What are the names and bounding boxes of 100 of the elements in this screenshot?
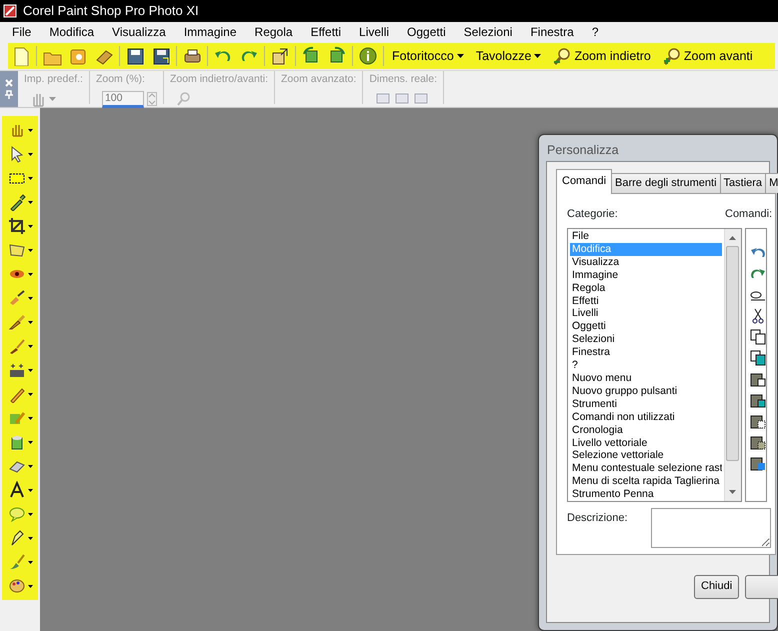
menu-item[interactable]: Regola: [246, 23, 302, 41]
menu-item[interactable]: Modifica: [40, 23, 104, 41]
info-icon[interactable]: [358, 46, 378, 66]
palette-handle[interactable]: [0, 71, 18, 107]
list-item[interactable]: File: [570, 230, 722, 243]
dropdown-button[interactable]: Fotoritocco: [386, 44, 470, 68]
app-icon: [3, 4, 17, 18]
dropdown-button[interactable]: Tavolozze: [470, 44, 548, 68]
caret-icon[interactable]: [28, 416, 33, 420]
clipboard-icon: [750, 371, 766, 387]
option-label: Zoom indietro/avanti:: [170, 72, 268, 87]
list-item[interactable]: Nuovo menu: [570, 372, 722, 385]
close-button[interactable]: Chiudi: [694, 574, 740, 598]
dropper-icon[interactable]: [8, 193, 26, 211]
caret-icon[interactable]: [28, 200, 33, 204]
command-list[interactable]: [745, 228, 767, 502]
list-item[interactable]: Livello vettoriale: [570, 436, 722, 450]
pin-icon[interactable]: [5, 90, 13, 99]
list-item[interactable]: Strumenti: [570, 398, 722, 411]
caret-icon[interactable]: [28, 224, 33, 228]
caret-icon[interactable]: [28, 344, 33, 348]
category-list[interactable]: [567, 228, 742, 502]
resize-icon[interactable]: [270, 46, 290, 66]
palette-icon[interactable]: [8, 577, 26, 595]
caret-icon[interactable]: [28, 560, 33, 564]
list-item[interactable]: Cronologia: [570, 424, 722, 436]
menu-item[interactable]: Selezioni: [454, 23, 522, 41]
tab[interactable]: Barre degli strumenti: [611, 173, 721, 192]
list-item[interactable]: Oggetti: [570, 320, 722, 334]
list-item[interactable]: ?: [570, 359, 722, 372]
gradient-icon[interactable]: [8, 361, 26, 379]
caret-icon: [534, 54, 542, 58]
list-item[interactable]: Selezione vettoriale: [570, 449, 722, 462]
list-item[interactable]: Comandi non utilizzati: [570, 410, 722, 424]
list-item[interactable]: Menu di scelta rapida Taglierina: [570, 475, 722, 488]
caret-icon[interactable]: [28, 128, 33, 132]
caret-icon[interactable]: [28, 152, 33, 156]
caret-icon[interactable]: [28, 296, 33, 300]
scroll-down-icon[interactable]: [729, 490, 736, 494]
scrollbar-thumb[interactable]: [726, 246, 739, 461]
tab[interactable]: Tastiera: [720, 173, 766, 192]
caret-icon[interactable]: [28, 440, 33, 444]
caret-icon: [456, 54, 464, 58]
menu-item[interactable]: Livelli: [350, 23, 398, 41]
text-icon[interactable]: [8, 481, 26, 499]
zoom-out-button[interactable]: Zoom indietro: [547, 44, 657, 68]
menu-item[interactable]: Visualizza: [103, 23, 175, 41]
list-item[interactable]: Regola: [570, 282, 722, 295]
list-item[interactable]: Effetti: [570, 294, 722, 308]
caret-icon[interactable]: [28, 488, 33, 492]
close-icon[interactable]: [5, 79, 13, 87]
caret-icon[interactable]: [28, 368, 33, 372]
caret-icon[interactable]: [28, 536, 33, 540]
caret-icon[interactable]: [28, 176, 33, 180]
option-label: Zoom (%):: [96, 72, 146, 87]
menu-item[interactable]: File: [3, 23, 40, 41]
caret-icon[interactable]: [28, 272, 33, 276]
caret-icon: [49, 96, 56, 101]
caret-icon[interactable]: [28, 392, 33, 396]
caret-icon[interactable]: [28, 464, 33, 468]
menu-item[interactable]: ?: [582, 23, 608, 41]
field-label: Categorie:: [567, 206, 619, 222]
dialog-button[interactable]: [745, 574, 778, 598]
scrollbar[interactable]: [724, 229, 741, 501]
field-label: Comandi:: [725, 206, 772, 222]
menu-item[interactable]: Finestra: [521, 23, 583, 41]
caret-icon[interactable]: [28, 584, 33, 588]
caret-icon[interactable]: [28, 248, 33, 252]
clipboard-icon: [750, 413, 766, 429]
brush-icon[interactable]: [8, 289, 26, 307]
option-label: Zoom avanzato:: [281, 72, 356, 87]
scroll-up-icon[interactable]: [729, 236, 736, 240]
field-label: Descrizione:: [567, 511, 629, 526]
menu-item[interactable]: Effetti: [302, 23, 350, 41]
caret-icon[interactable]: [28, 512, 33, 516]
zoom-out-icon: [553, 47, 572, 65]
clipboard-icon: [750, 392, 766, 408]
clipboard-icon: [750, 455, 766, 471]
list-item[interactable]: Finestra: [570, 346, 722, 360]
copy-icon: [750, 350, 766, 366]
crop-icon[interactable]: [8, 217, 26, 235]
tab[interactable]: Comandi: [556, 169, 612, 194]
option-label: Dimens. reale:: [369, 72, 438, 87]
option-label: Imp. predef.:: [24, 72, 83, 87]
list-item[interactable]: Strumento Penna: [570, 488, 722, 502]
list-item[interactable]: Selezioni: [570, 333, 722, 346]
zoom-in-icon: [662, 47, 681, 65]
caret-icon[interactable]: [28, 320, 33, 324]
list-item[interactable]: Nuovo gruppo pulsanti: [570, 384, 722, 398]
brush-icon[interactable]: [8, 313, 26, 331]
list-item[interactable]: Visualizza: [570, 256, 722, 269]
list-item[interactable]: Livelli: [570, 307, 722, 320]
copy-icon: [750, 329, 766, 345]
tab[interactable]: M: [765, 173, 778, 192]
menu-item[interactable]: Immagine: [174, 23, 246, 41]
list-item[interactable]: Immagine: [570, 268, 722, 282]
menu-item[interactable]: Oggetti: [398, 23, 455, 41]
description-field[interactable]: [651, 508, 771, 548]
brush-icon[interactable]: [8, 337, 26, 355]
zoom-in-button[interactable]: Zoom avanti: [656, 44, 759, 68]
